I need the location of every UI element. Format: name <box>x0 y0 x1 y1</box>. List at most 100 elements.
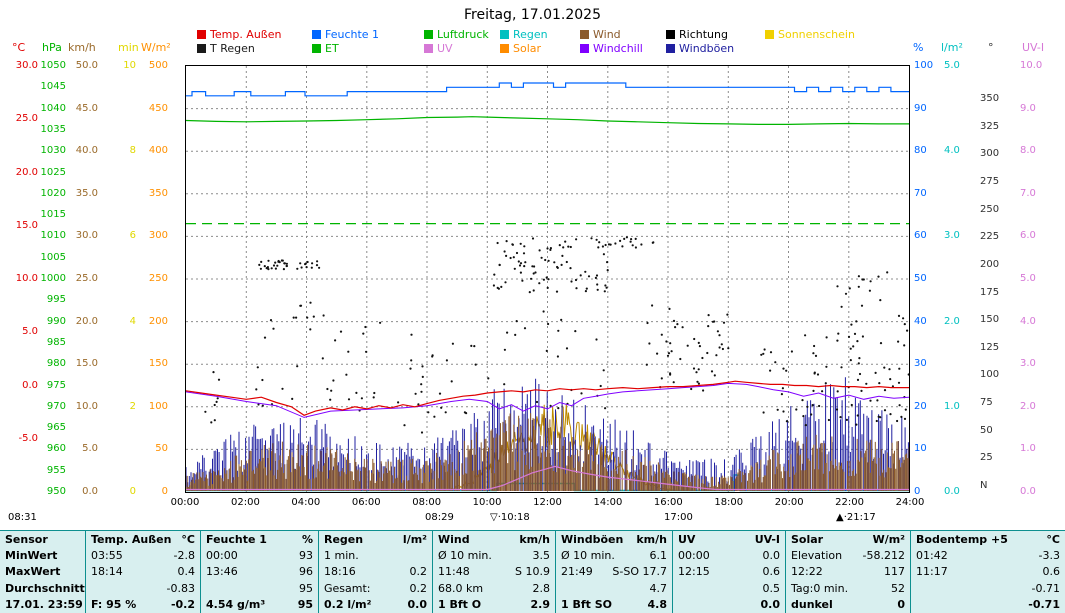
table-cell: 13:4696 <box>200 564 318 580</box>
series-direction-dot <box>590 237 592 239</box>
cell-label: Solar <box>791 532 823 547</box>
series-direction-dot <box>451 380 453 382</box>
series-direction-dot <box>340 331 342 333</box>
series-direction-dot <box>295 317 297 319</box>
series-direction-dot <box>214 404 216 406</box>
axis-tick-pressure_hpa: 1025 <box>38 167 66 178</box>
series-direction-dot <box>267 266 269 268</box>
x-axis-tick: 12:00 <box>526 497 570 508</box>
series-direction-dot <box>504 349 506 351</box>
axis-tick-sunshine_min: 8 <box>112 145 136 156</box>
series-direction-dot <box>841 306 843 308</box>
series-direction-dot <box>762 353 764 355</box>
series-direction-dot <box>865 383 867 385</box>
x-axis-tick: 04:00 <box>284 497 328 508</box>
series-direction-dot <box>801 399 803 401</box>
table-cell: 18:160.2 <box>318 564 432 580</box>
cell-value: -3.3 <box>1039 548 1060 563</box>
axis-tick-solar_wm2: 200 <box>142 316 168 327</box>
series-direction-dot <box>595 277 597 279</box>
series-direction-dot <box>257 366 259 368</box>
table-cell: 1 min. <box>318 547 432 563</box>
axis-header-humidity_pct: % <box>913 42 923 53</box>
table-cell: 01:42-3.3 <box>910 547 1065 563</box>
series-direction-dot <box>770 351 772 353</box>
series-direction-dot <box>362 333 364 335</box>
series-direction-dot <box>506 332 508 334</box>
series-direction-dot <box>524 327 526 329</box>
series-direction-dot <box>785 370 787 372</box>
series-direction-dot <box>557 330 559 332</box>
cell-value: 0 <box>897 597 905 612</box>
series-direction-dot <box>403 424 405 426</box>
series-direction-dot <box>607 269 609 271</box>
axis-tick-humidity_pct: 10 <box>914 443 938 454</box>
cell-value: 0.6 <box>763 564 781 579</box>
cell-value: 0.0 <box>763 548 781 563</box>
series-direction-dot <box>550 247 552 249</box>
axis-tick-pressure_hpa: 990 <box>38 316 66 327</box>
series-direction-dot <box>858 275 860 277</box>
series-direction-dot <box>608 243 610 245</box>
series-direction-dot <box>533 289 535 291</box>
series-direction-dot <box>306 317 308 319</box>
series-direction-dot <box>878 382 880 384</box>
series-direction-dot <box>673 381 675 383</box>
legend-color-box <box>765 30 774 39</box>
axis-tick-wind_kmh: 10.0 <box>70 401 98 412</box>
axis-tick-pressure_hpa: 1040 <box>38 103 66 114</box>
cell-label: 18:16 <box>324 564 356 579</box>
table-cell: 12:22117 <box>785 564 910 580</box>
axis-tick-direction_deg: 175 <box>980 287 1004 298</box>
axis-tick-uv_index: 9.0 <box>1020 103 1048 114</box>
page-title: Freitag, 17.01.2025 <box>0 7 1065 23</box>
series-direction-dot <box>604 290 606 292</box>
table-cell: dunkel0 <box>785 597 910 613</box>
cell-value: 3.5 <box>533 548 551 563</box>
cell-label: Tag:0 min. <box>791 581 848 596</box>
x-axis-tick: 24:00 <box>888 497 932 508</box>
series-direction-dot <box>781 393 783 395</box>
legend-item: Windböen <box>666 43 734 54</box>
cell-value: 6.1 <box>650 548 668 563</box>
legend-item: Wind <box>580 29 621 40</box>
cell-value: 0.6 <box>1043 564 1061 579</box>
series-direction-dot <box>856 340 858 342</box>
series-direction-dot <box>605 244 607 246</box>
series-direction-dot <box>566 261 568 263</box>
cell-value: -2.8 <box>174 548 195 563</box>
table-cell: 0.0 <box>672 597 785 613</box>
series-direction-dot <box>329 399 331 401</box>
series-direction-dot <box>883 367 885 369</box>
cell-value: S 10.9 <box>515 564 550 579</box>
series-direction-dot <box>850 359 852 361</box>
cell-label: 12:15 <box>678 564 710 579</box>
series-direction-dot <box>791 350 793 352</box>
axis-header-solar_wm2: W/m² <box>141 42 171 53</box>
series-direction-dot <box>255 388 257 390</box>
legend-item: Solar <box>500 43 541 54</box>
series-direction-dot <box>557 407 559 409</box>
series-direction-dot <box>851 404 853 406</box>
table-row-label: Durchschnitt <box>0 580 85 596</box>
axis-header-rain_lm2: l/m² <box>941 42 963 53</box>
series-direction-dot <box>857 414 859 416</box>
axis-tick-wind_kmh: 20.0 <box>70 316 98 327</box>
axis-tick-wind_kmh: 0.0 <box>70 486 98 497</box>
series-direction-dot <box>286 263 288 265</box>
series-direction-dot <box>852 345 854 347</box>
series-direction-dot <box>538 282 540 284</box>
legend-item: Temp. Außen <box>197 29 281 40</box>
series-direction-dot <box>580 274 582 276</box>
series-direction-dot <box>543 310 545 312</box>
axis-tick-humidity_pct: 0 <box>914 486 938 497</box>
series-direction-dot <box>283 268 285 270</box>
axis-tick-humidity_pct: 30 <box>914 358 938 369</box>
table-cell: 68.0 km2.8 <box>432 580 555 596</box>
statistics-table: SensorTemp. Außen°CFeuchte 1%Regenl/m²Wi… <box>0 530 1065 613</box>
series-direction-dot <box>330 390 332 392</box>
axis-header-uv_index: UV-I <box>1022 42 1044 53</box>
series-direction-dot <box>698 342 700 344</box>
series-direction-dot <box>348 398 350 400</box>
series-direction-dot <box>595 338 597 340</box>
